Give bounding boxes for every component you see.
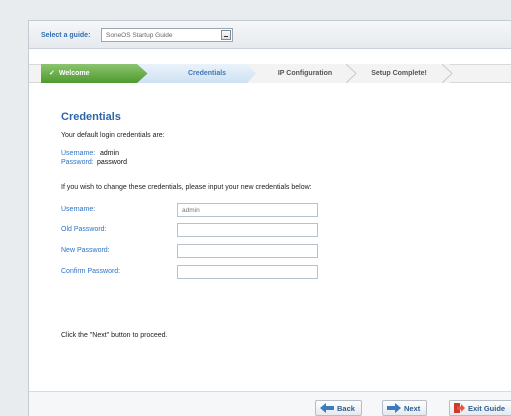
- back-button[interactable]: Back: [315, 400, 362, 416]
- default-username-value: admin: [100, 150, 120, 157]
- default-credentials-intro: Your default login credentials are:: [61, 132, 165, 139]
- setup-guide-window: Select a guide: SoneOS Startup Guide ✓ We…: [28, 20, 511, 416]
- proceed-hint: Click the "Next" button to proceed.: [61, 332, 168, 339]
- guide-select-dropdown[interactable]: SoneOS Startup Guide: [101, 28, 233, 42]
- username-input[interactable]: [177, 203, 318, 217]
- old-password-label: Old Password:: [61, 226, 107, 233]
- guide-selector-bar: Select a guide: SoneOS Startup Guide: [29, 21, 511, 49]
- checkmark-icon: ✓: [49, 70, 55, 77]
- next-button[interactable]: Next: [382, 400, 428, 416]
- confirm-password-input[interactable]: [177, 265, 318, 279]
- step-ip-configuration-label: IP Configuration: [277, 70, 333, 77]
- exit-icon: [454, 403, 465, 414]
- chevron-down-icon[interactable]: [221, 30, 231, 40]
- exit-guide-button[interactable]: Exit Guide: [449, 400, 511, 416]
- username-label: Username:: [61, 206, 96, 213]
- wizard-footer: Back Next Exit Guide: [29, 391, 511, 416]
- arrow-left-icon: [320, 403, 334, 414]
- guide-select-label: Select a guide:: [41, 32, 91, 39]
- old-password-input[interactable]: [177, 223, 318, 237]
- new-password-input[interactable]: [177, 244, 318, 258]
- guide-select-value: SoneOS Startup Guide: [106, 32, 173, 39]
- step-credentials: Credentials: [137, 64, 269, 83]
- step-credentials-label: Credentials: [187, 70, 227, 77]
- step-setup-complete-label: Setup Complete!: [371, 70, 427, 77]
- page-title: Credentials: [61, 111, 121, 123]
- default-username-label: Username:: [61, 150, 96, 157]
- step-welcome-label: Welcome: [58, 70, 90, 77]
- default-password-label: Password:: [61, 159, 94, 166]
- default-password-value: password: [97, 159, 127, 166]
- change-credentials-hint: If you wish to change these credentials,…: [61, 184, 312, 191]
- arrow-right-icon: [387, 403, 401, 414]
- back-button-label: Back: [337, 404, 355, 413]
- exit-guide-button-label: Exit Guide: [468, 404, 506, 413]
- step-separator-icon: [442, 64, 453, 83]
- new-password-label: New Password:: [61, 247, 110, 254]
- step-separator-icon: [346, 64, 357, 83]
- confirm-password-label: Confirm Password:: [61, 268, 121, 275]
- next-button-label: Next: [404, 404, 421, 413]
- wizard-steps: ✓ Welcome Credentials IP Configuration Se…: [29, 64, 511, 83]
